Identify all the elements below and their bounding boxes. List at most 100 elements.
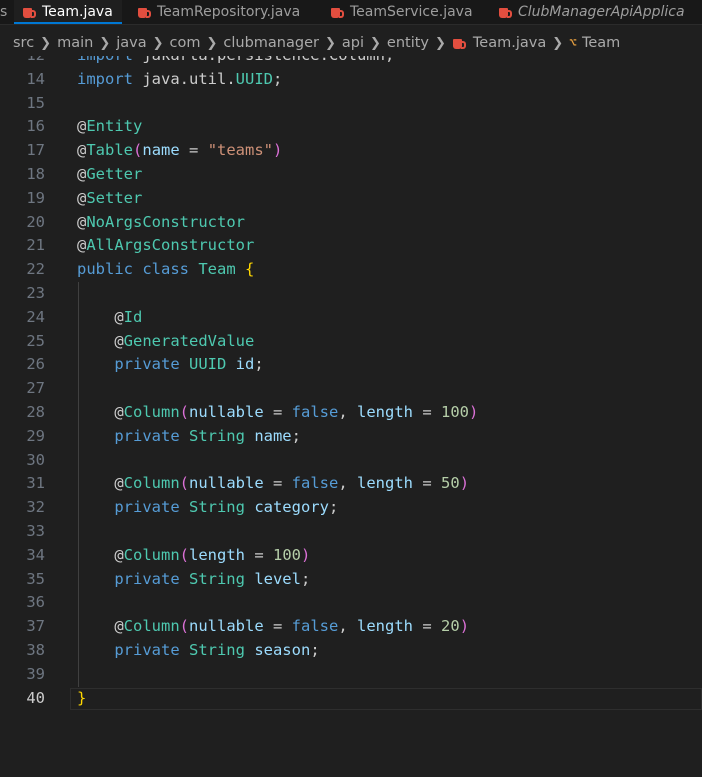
- code-line[interactable]: 34 @Column(length = 100): [0, 544, 702, 568]
- breadcrumb-item-entity[interactable]: entity: [387, 35, 429, 51]
- code-token: UUID: [235, 69, 273, 88]
- line-number: 19: [26, 188, 45, 207]
- code-token: ): [469, 403, 479, 421]
- breadcrumb: src ❯ main ❯ java ❯ com ❯ clubmanager ❯ …: [0, 30, 702, 56]
- code-token: nullable: [189, 474, 264, 493]
- code-line[interactable]: 20 @NoArgsConstructor: [0, 211, 702, 235]
- code-token: =: [413, 617, 442, 636]
- tab-team-repository-java[interactable]: TeamRepository.java: [137, 0, 300, 24]
- code-line[interactable]: 14 import java.util.UUID;: [0, 68, 702, 92]
- code-token: length: [357, 403, 414, 421]
- code-line[interactable]: 31 @Column(nullable = false, length = 50…: [0, 472, 702, 496]
- code-text: @Table(name = "teams"): [77, 139, 282, 163]
- code-line[interactable]: 12 import jakarta.persistence.Column;: [0, 56, 702, 68]
- line-number: 27: [26, 379, 45, 398]
- line-number: 33: [26, 522, 45, 540]
- code-token: false: [291, 617, 339, 636]
- breadcrumb-item-file[interactable]: Team.java: [452, 35, 546, 51]
- code-line[interactable]: 15: [0, 92, 702, 116]
- code-line[interactable]: 22 public class Team {: [0, 258, 702, 282]
- tab-club-manager-api-application[interactable]: ClubManagerApiApplica: [498, 0, 685, 24]
- code-token: 100: [441, 403, 470, 421]
- code-line[interactable]: 36: [0, 591, 702, 615]
- code-token: @: [77, 617, 124, 636]
- line-number: 24: [26, 307, 45, 326]
- tab-partial[interactable]: s: [0, 0, 7, 24]
- code-line[interactable]: 37 @Column(nullable = false, length = 20…: [0, 615, 702, 639]
- code-token: public: [77, 260, 143, 279]
- code-token: =: [179, 141, 208, 160]
- code-token: (: [179, 474, 190, 493]
- code-token: Column: [123, 403, 180, 421]
- code-text: private String name;: [77, 425, 301, 449]
- code-line[interactable]: 19 @Setter: [0, 187, 702, 211]
- editor-tab-bar: s Team.java TeamRepository.java TeamServ…: [0, 0, 702, 25]
- code-text: private String level;: [77, 568, 310, 592]
- code-line[interactable]: 17 @Table(name = "teams"): [0, 139, 702, 163]
- breadcrumb-file-label: Team.java: [472, 35, 547, 51]
- code-line[interactable]: 16 @Entity: [0, 115, 702, 139]
- code-token: =: [413, 474, 442, 493]
- code-token: ): [273, 141, 283, 160]
- code-token: @: [77, 165, 87, 183]
- line-number: 40: [26, 688, 45, 707]
- code-text: }: [77, 687, 86, 711]
- code-token: =: [263, 617, 292, 636]
- tab-label: Team.java: [42, 4, 113, 20]
- breadcrumb-item-class[interactable]: ⌥ Team: [569, 35, 620, 51]
- tab-team-service-java[interactable]: TeamService.java: [330, 0, 473, 24]
- code-token: private: [77, 641, 189, 659]
- breadcrumb-item-src[interactable]: src: [13, 35, 34, 51]
- code-token: (: [179, 403, 190, 421]
- code-token: import: [77, 56, 142, 64]
- code-line[interactable]: 39: [0, 663, 702, 687]
- code-text: @Getter: [77, 163, 142, 187]
- code-line[interactable]: 25 @GeneratedValue: [0, 330, 702, 354]
- code-token: false: [291, 474, 339, 493]
- tab-team-java[interactable]: Team.java: [14, 0, 122, 24]
- code-token: GeneratedValue: [123, 331, 255, 350]
- code-line[interactable]: 38 private String season;: [0, 639, 702, 663]
- code-line[interactable]: 24 @Id: [0, 306, 702, 330]
- code-token: String: [188, 641, 255, 659]
- java-icon: [137, 6, 151, 19]
- code-line[interactable]: 35 private String level;: [0, 568, 702, 592]
- code-line[interactable]: 40}: [0, 687, 702, 711]
- code-line[interactable]: 18 @Getter: [0, 163, 702, 187]
- breadcrumb-item-api[interactable]: api: [342, 35, 364, 51]
- breadcrumb-item-main[interactable]: main: [57, 35, 93, 51]
- breadcrumb-item-clubmanager[interactable]: clubmanager: [223, 35, 319, 51]
- code-line[interactable]: 27: [0, 377, 702, 401]
- code-line[interactable]: 32 private String category;: [0, 496, 702, 520]
- code-line[interactable]: 26 private UUID id;: [0, 353, 702, 377]
- code-token: length: [357, 617, 414, 636]
- line-number: 25: [26, 331, 45, 350]
- code-line[interactable]: 33: [0, 520, 702, 544]
- code-line[interactable]: 23: [0, 282, 702, 306]
- code-token: java.util.: [142, 69, 236, 88]
- breadcrumb-item-java[interactable]: java: [116, 35, 146, 51]
- code-text: import jakarta.persistence.Column;: [77, 56, 394, 68]
- code-token: ;: [310, 641, 320, 659]
- code-token: ;: [254, 355, 264, 374]
- code-line[interactable]: 29 private String name;: [0, 425, 702, 449]
- code-text: private UUID id;: [77, 353, 264, 377]
- code-line[interactable]: 21 @AllArgsConstructor: [0, 234, 702, 258]
- code-line[interactable]: 30: [0, 449, 702, 473]
- code-token: ;: [291, 426, 301, 445]
- code-token: length: [357, 474, 414, 493]
- code-token: Column: [123, 545, 180, 564]
- code-line[interactable]: 28 @Column(nullable = false, length = 10…: [0, 401, 702, 425]
- code-token: (: [179, 545, 190, 564]
- code-text: public class Team {: [77, 258, 254, 282]
- code-token: String: [188, 498, 255, 517]
- code-token: ;: [272, 69, 283, 88]
- line-number: 36: [26, 593, 45, 612]
- code-editor[interactable]: 12 import jakarta.persistence.Column; 14 im…: [0, 56, 702, 777]
- code-text: @NoArgsConstructor: [77, 211, 245, 235]
- line-number: 12: [0, 56, 45, 68]
- code-token: false: [291, 403, 339, 421]
- breadcrumb-item-com[interactable]: com: [170, 35, 201, 51]
- code-token: level: [254, 569, 301, 588]
- code-token: private: [77, 498, 189, 517]
